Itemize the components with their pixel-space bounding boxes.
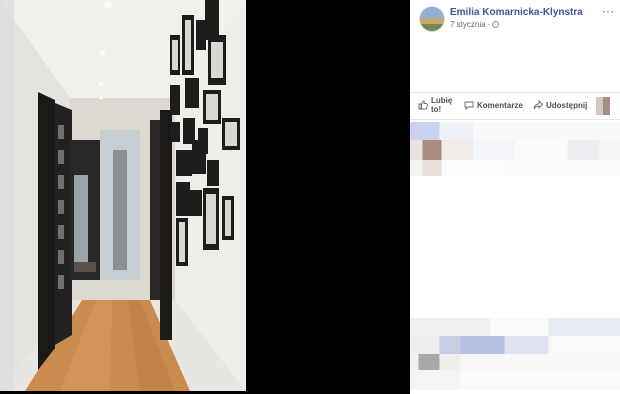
blurred-comment-7 bbox=[410, 370, 620, 390]
post-photo bbox=[0, 0, 246, 391]
hallway-photo bbox=[0, 0, 246, 391]
comment-icon bbox=[464, 101, 474, 110]
blurred-comment-2 bbox=[410, 140, 620, 160]
blurred-comment-4 bbox=[410, 318, 620, 336]
comment-button[interactable]: Komentarze bbox=[464, 100, 523, 110]
post-side-panel: Emilia Komarnicka-Klynstra 7 stycznia · … bbox=[410, 0, 620, 394]
blurred-comment-3 bbox=[410, 160, 620, 176]
globe-icon bbox=[492, 21, 500, 28]
like-label: Lubię to! bbox=[431, 96, 452, 114]
photo-viewer[interactable] bbox=[0, 0, 410, 394]
share-button[interactable]: Udostępnij bbox=[533, 100, 587, 110]
blurred-comment-1 bbox=[410, 122, 620, 140]
post-header: Emilia Komarnicka-Klynstra 7 stycznia · … bbox=[410, 0, 620, 40]
like-label-line1: Lubię bbox=[431, 96, 453, 105]
meta-separator: · bbox=[487, 20, 491, 29]
like-label-line2: to! bbox=[431, 105, 442, 114]
reaction-avatar[interactable] bbox=[596, 97, 610, 115]
comment-label: Komentarze bbox=[477, 100, 523, 110]
like-button[interactable]: Lubię to! bbox=[418, 96, 452, 114]
share-label: Udostępnij bbox=[546, 100, 588, 110]
share-icon bbox=[533, 100, 543, 110]
thumbs-up-icon bbox=[418, 100, 428, 110]
timestamp[interactable]: 7 stycznia bbox=[450, 20, 486, 29]
blurred-comment-6 bbox=[410, 354, 620, 370]
blurred-comment-5 bbox=[410, 336, 620, 354]
avatar[interactable] bbox=[419, 6, 445, 32]
author-name[interactable]: Emilia Komarnicka-Klynstra bbox=[450, 7, 583, 18]
post-meta: 7 stycznia · bbox=[450, 20, 500, 29]
more-icon[interactable]: ··· bbox=[602, 4, 614, 18]
post-actions: Lubię to! Komentarze Udostępnij bbox=[410, 92, 620, 120]
